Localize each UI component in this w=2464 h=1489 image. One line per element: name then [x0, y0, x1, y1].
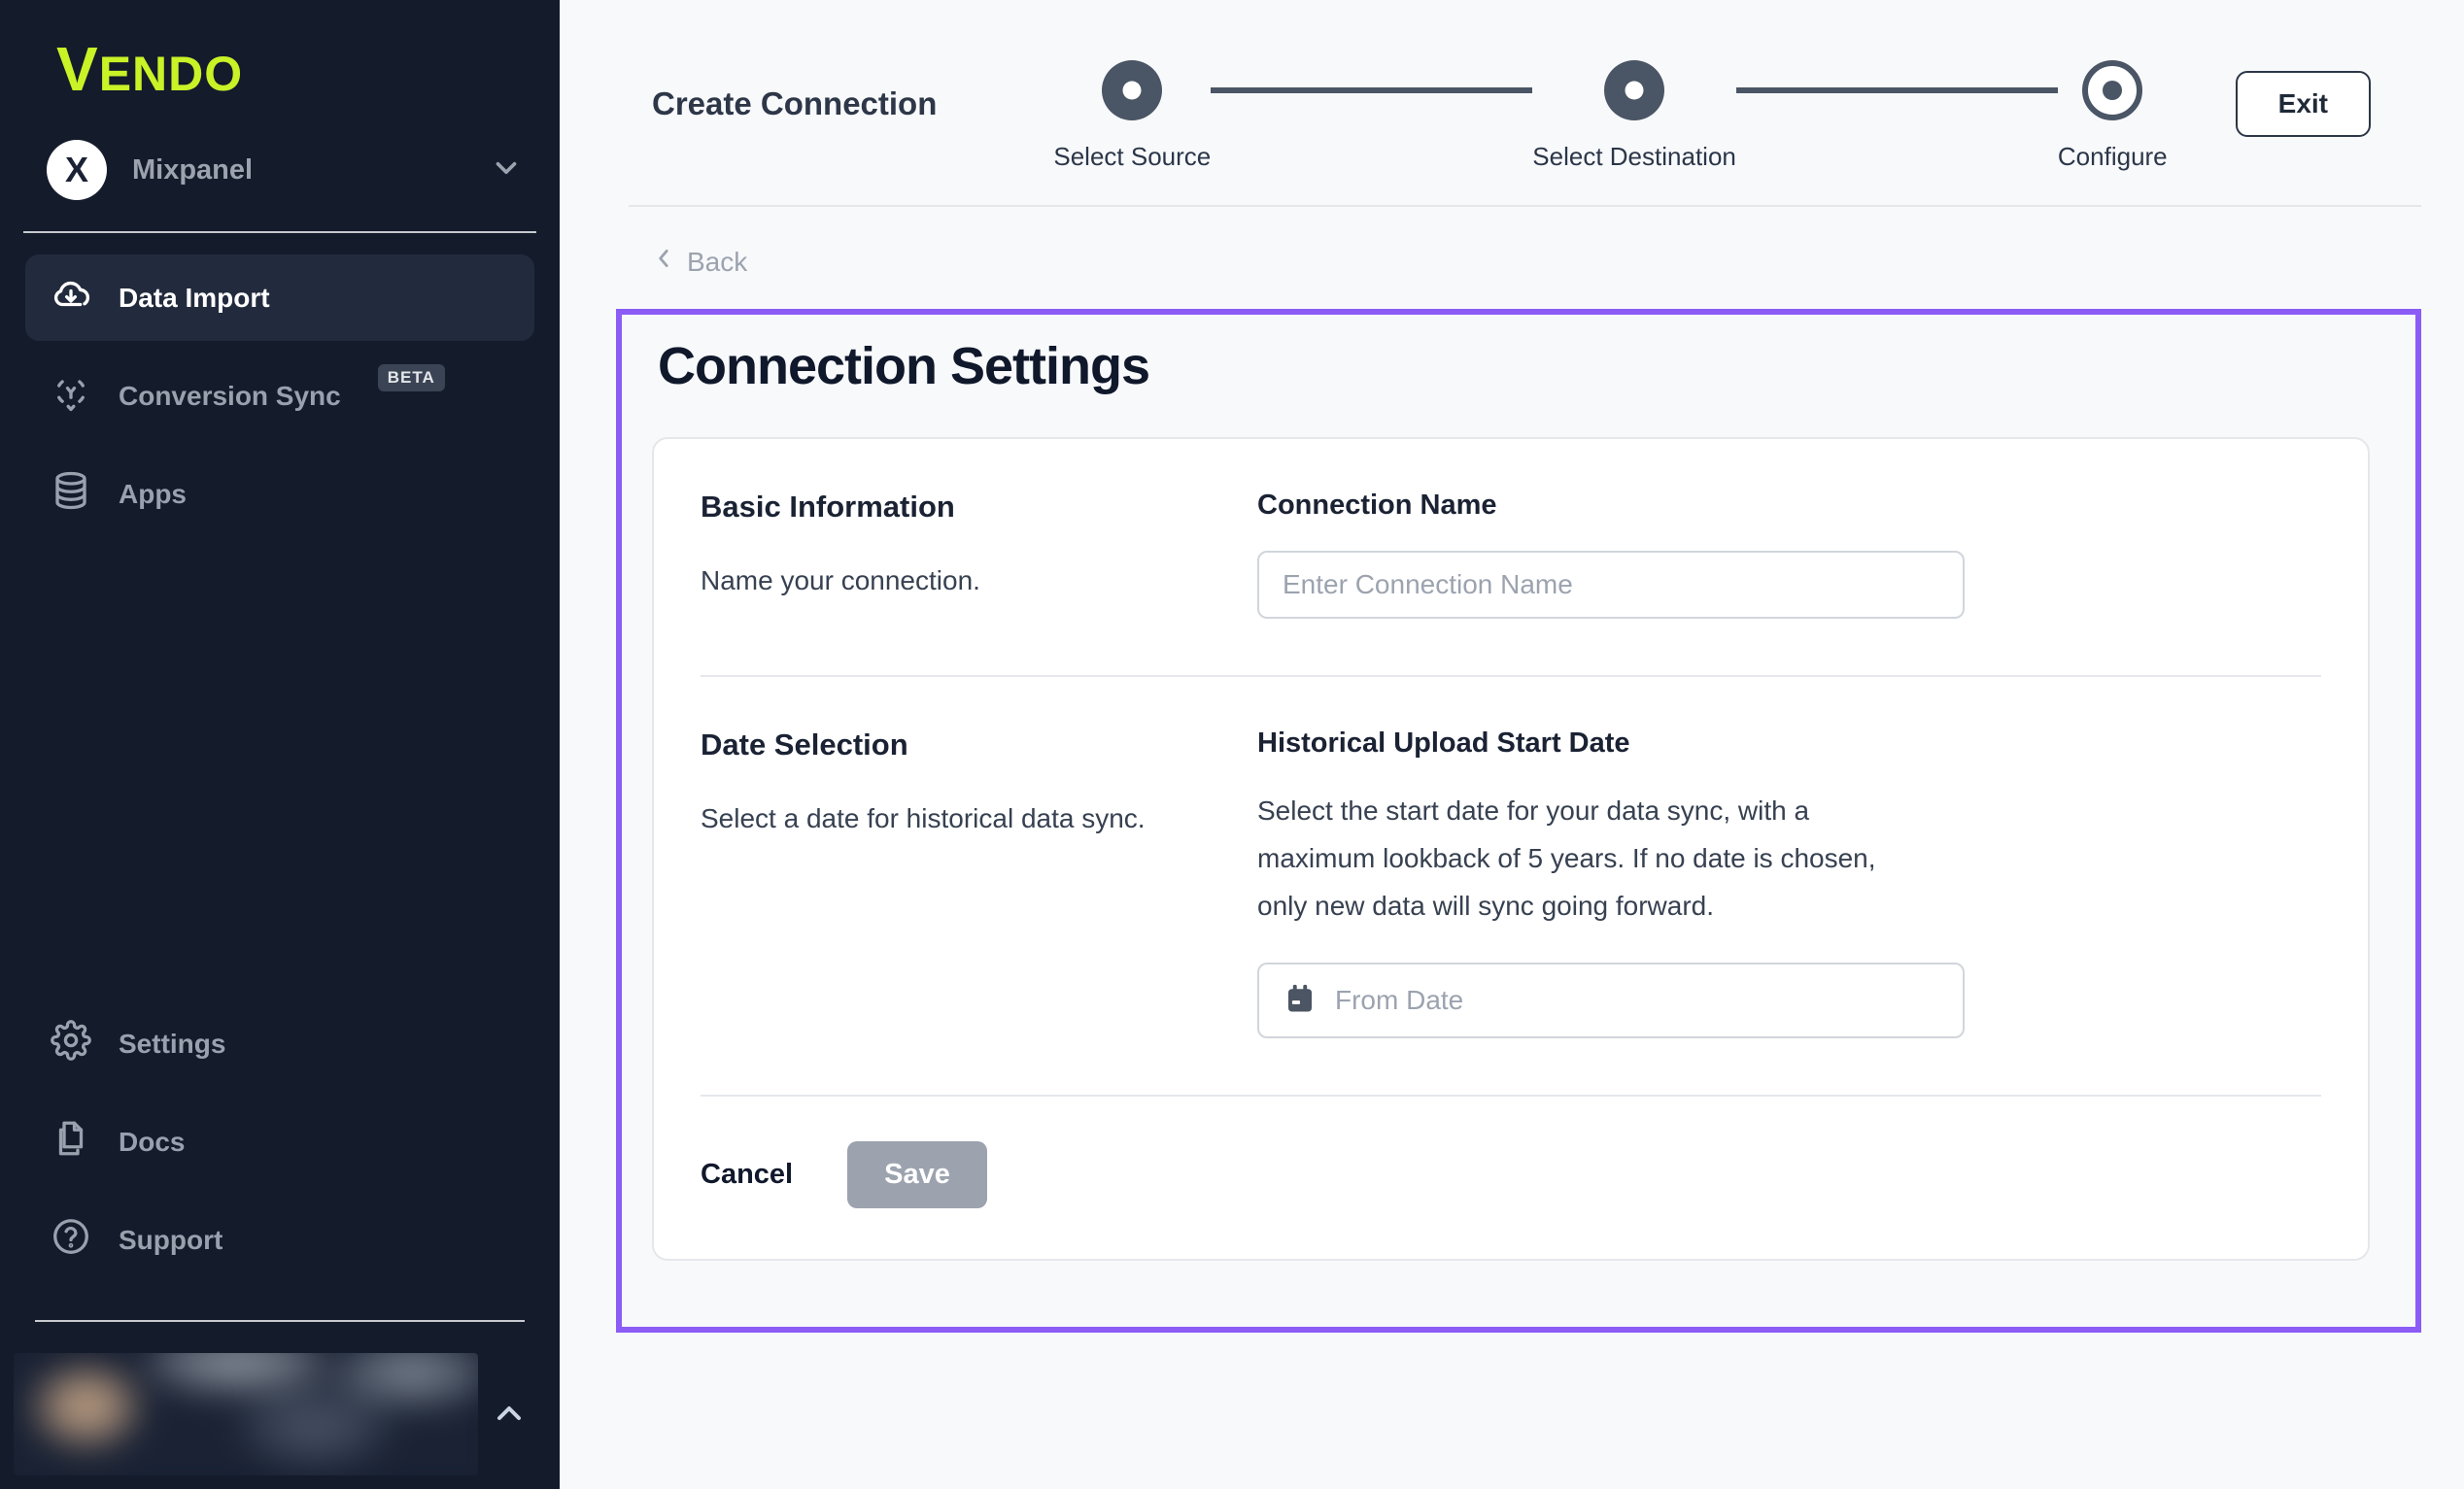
step-select-source[interactable]: Select Source: [1053, 60, 1211, 172]
help-circle-icon: [51, 1216, 91, 1264]
date-selection-subtext: Select a date for historical data sync.: [701, 803, 1257, 834]
blurred-avatar-and-name: [14, 1353, 478, 1475]
actions-row: Cancel Save: [701, 1097, 2321, 1259]
cloud-download-icon: [51, 274, 91, 321]
connection-name-input[interactable]: [1257, 551, 1965, 619]
gear-icon: [51, 1020, 91, 1067]
date-selection-row: Date Selection Select a date for histori…: [701, 677, 2321, 1095]
sidebar-spacer: [0, 537, 560, 979]
step-label: Configure: [2058, 142, 2168, 172]
cancel-button[interactable]: Cancel: [701, 1159, 793, 1191]
step-circle-current: [2082, 60, 2142, 120]
from-date-field[interactable]: [1257, 963, 1965, 1038]
step-label: Select Source: [1053, 142, 1211, 172]
from-date-input[interactable]: [1335, 985, 1939, 1016]
sidebar-nav: Data Import Conversion Sync BETA Apps: [25, 254, 534, 537]
user-profile-row[interactable]: [0, 1343, 560, 1489]
mixpanel-logo-avatar: X: [47, 140, 107, 200]
sidebar-item-label: Data Import: [119, 283, 270, 314]
sidebar-item-label: Conversion Sync: [119, 381, 341, 412]
sidebar-item-settings[interactable]: Settings: [25, 1000, 534, 1087]
sidebar-divider-top: [23, 231, 536, 233]
main-area: Create Connection Select Source Select D…: [560, 0, 2464, 1489]
page-content: Back Connection Settings Basic Informati…: [560, 207, 2464, 1333]
sidebar-item-support[interactable]: Support: [25, 1197, 534, 1283]
sidebar-bottom-nav: Settings Docs Support: [25, 1000, 534, 1283]
connection-settings-section: Connection Settings Basic Information Na…: [616, 309, 2421, 1333]
chevron-left-icon: [652, 246, 677, 278]
date-selection-right: Historical Upload Start Date Select the …: [1257, 728, 2321, 1038]
sidebar-item-label: Support: [119, 1225, 222, 1256]
exit-button[interactable]: Exit: [2236, 71, 2371, 137]
save-button[interactable]: Save: [847, 1141, 987, 1208]
basic-information-row: Basic Information Name your connection. …: [701, 439, 2321, 675]
sidebar-item-conversion-sync[interactable]: Conversion Sync BETA: [25, 353, 534, 439]
connection-name-label: Connection Name: [1257, 490, 2321, 522]
step-connector: [1736, 87, 2058, 93]
historical-upload-help: Select the start date for your data sync…: [1257, 787, 1928, 930]
database-icon: [51, 470, 91, 518]
section-title: Connection Settings: [658, 336, 2376, 396]
sidebar-item-apps[interactable]: Apps: [25, 451, 534, 537]
historical-upload-label: Historical Upload Start Date: [1257, 728, 2321, 760]
sidebar-item-data-import[interactable]: Data Import: [25, 254, 534, 341]
sidebar: VENDO X Mixpanel Data Import: [0, 0, 560, 1489]
sidebar-item-label: Settings: [119, 1029, 225, 1060]
sidebar-divider-bottom: [35, 1320, 525, 1322]
workspace-selector[interactable]: X Mixpanel: [39, 140, 530, 200]
chevron-down-icon[interactable]: [490, 152, 523, 189]
back-link[interactable]: Back: [652, 246, 747, 278]
step-select-destination[interactable]: Select Destination: [1532, 60, 1736, 172]
user-profile-blurred: [14, 1353, 478, 1475]
step-connector: [1211, 87, 1532, 93]
sidebar-item-docs[interactable]: Docs: [25, 1099, 534, 1185]
back-label: Back: [687, 247, 747, 278]
step-circle-filled: [1102, 60, 1162, 120]
basic-info-subtext: Name your connection.: [701, 565, 1257, 596]
calendar-icon: [1283, 981, 1318, 1021]
page-header: Create Connection Select Source Select D…: [560, 0, 2464, 172]
step-configure[interactable]: Configure: [2058, 60, 2168, 172]
vendo-logo: VENDO: [0, 0, 560, 105]
step-label: Select Destination: [1532, 142, 1736, 172]
basic-info-right: Connection Name: [1257, 490, 2321, 619]
sync-arrows-icon: [51, 372, 91, 420]
sidebar-item-label: Docs: [119, 1127, 185, 1158]
sidebar-item-label: Apps: [119, 479, 187, 510]
logo-letter: V: [56, 34, 99, 104]
workspace-name: Mixpanel: [132, 154, 490, 186]
beta-badge: BETA: [378, 364, 445, 391]
chevron-up-icon[interactable]: [490, 1394, 529, 1438]
basic-info-left: Basic Information Name your connection.: [701, 490, 1257, 619]
step-circle-filled: [1604, 60, 1664, 120]
settings-card: Basic Information Name your connection. …: [652, 437, 2370, 1261]
date-selection-heading: Date Selection: [701, 728, 1257, 762]
docs-icon: [51, 1118, 91, 1166]
date-selection-left: Date Selection Select a date for histori…: [701, 728, 1257, 1038]
app-window: VENDO X Mixpanel Data Import: [0, 0, 2464, 1489]
page-title: Create Connection: [652, 85, 937, 122]
stepper: Select Source Select Destination Configu…: [1053, 35, 2167, 172]
basic-info-heading: Basic Information: [701, 490, 1257, 525]
